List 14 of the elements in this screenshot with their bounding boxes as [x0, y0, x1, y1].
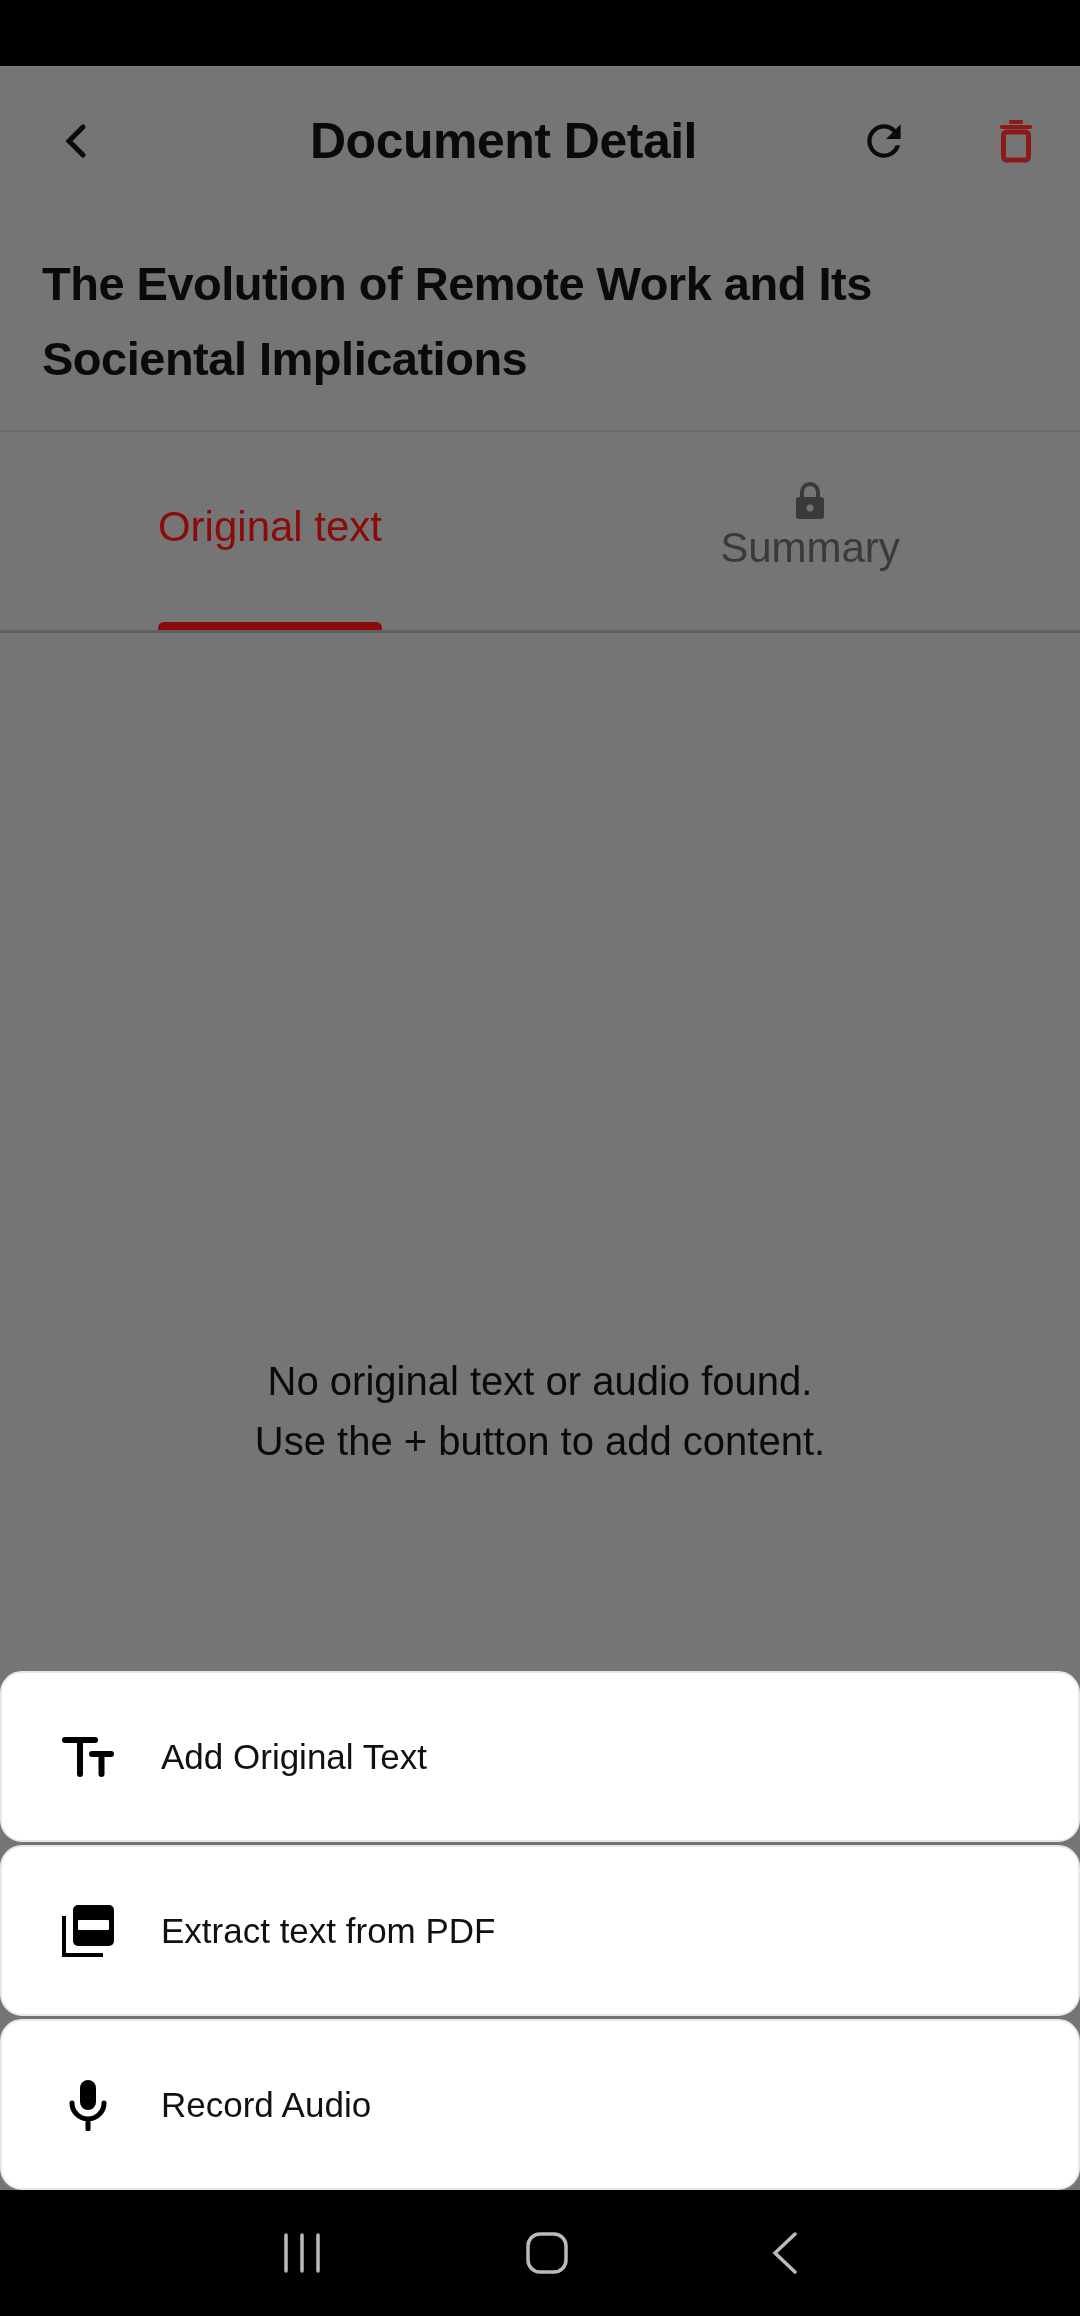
pdf-file-icon — [61, 1903, 115, 1958]
action-item[interactable]: Extract text from PDF — [0, 1845, 1080, 2016]
action-item[interactable]: Record Audio — [0, 2019, 1080, 2190]
back-nav-icon[interactable] — [772, 2232, 798, 2274]
home-icon[interactable] — [526, 2232, 568, 2274]
empty-message: No original text or audio found. — [267, 1358, 813, 1405]
screen-title: Document Detail — [310, 112, 698, 170]
microphone-icon — [68, 2078, 108, 2131]
text-size-icon — [62, 1736, 114, 1777]
trash-icon — [999, 119, 1033, 163]
empty-message: Use the + button to add content. — [254, 1418, 826, 1465]
lock-icon — [795, 482, 825, 520]
action-item[interactable]: Add Original Text — [0, 1671, 1080, 1842]
recent-apps-icon[interactable] — [282, 2233, 322, 2273]
